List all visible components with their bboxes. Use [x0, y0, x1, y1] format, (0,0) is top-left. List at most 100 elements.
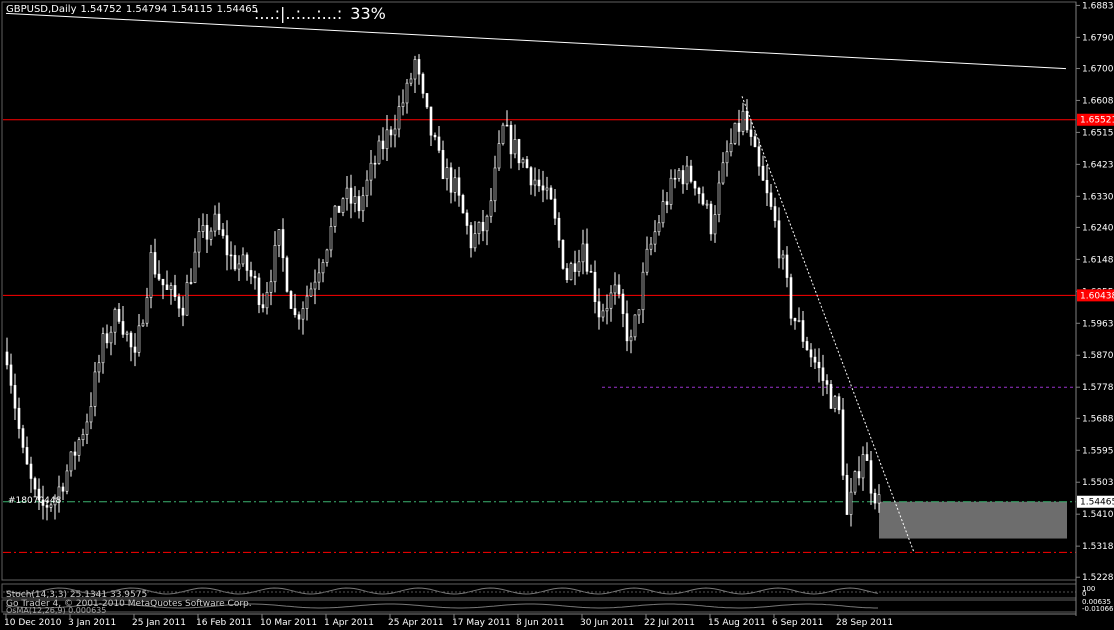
candle-body [69, 451, 73, 472]
candle-body [181, 307, 185, 316]
trendline-0 [5, 12, 1067, 70]
candle-body [105, 333, 109, 344]
progress-bar-text: :...:|..:...:...: [254, 4, 343, 23]
price-tick-label: 1.53180 [1082, 542, 1114, 552]
candle-body [437, 136, 441, 151]
price-zone [879, 501, 1067, 539]
candle-body [541, 185, 545, 191]
candle-body [813, 356, 817, 363]
candle-body [61, 486, 65, 492]
price-tick-label: 1.67005 [1082, 64, 1114, 74]
candle-body [833, 396, 837, 409]
candle-body [597, 301, 601, 318]
candles [5, 54, 881, 527]
candle-body [713, 214, 717, 235]
price-axis: 1.68830 1.67905 1.67005 1.66080 1.65155 1.642… [1075, 1, 1114, 616]
candle-body [129, 332, 133, 348]
candle-body [517, 139, 521, 164]
subwindow-tick-label: 0 [1082, 590, 1086, 598]
candle-body [629, 336, 633, 342]
candle-body [153, 252, 157, 275]
candle-body [625, 313, 629, 342]
candle-body [93, 371, 97, 407]
candle-body [25, 447, 29, 465]
candle-body [557, 217, 561, 241]
candle-body [665, 201, 669, 205]
candle-body [697, 187, 701, 194]
candle-body [869, 460, 873, 494]
candle-body [137, 325, 141, 353]
price-tag-label-r2: 1.60438 [1080, 291, 1114, 301]
candle-body [285, 257, 289, 292]
candle-body [785, 254, 789, 278]
candle-body [525, 159, 529, 168]
candle-body [417, 59, 421, 75]
candle-body [877, 494, 881, 504]
candle-body [793, 318, 797, 322]
candle-body [497, 143, 501, 169]
candle-body [89, 406, 93, 423]
candle-body [465, 212, 469, 226]
price-tick-label: 1.57780 [1082, 383, 1114, 393]
candle-body [825, 380, 829, 385]
candle-body [225, 235, 229, 256]
candle-body [857, 471, 861, 479]
candle-body [113, 309, 117, 333]
candle-body [309, 288, 313, 297]
candle-body [193, 251, 197, 283]
candle-body [185, 282, 189, 316]
bar-progress: :...:|..:...:...: 33% [254, 4, 386, 23]
candle-body [521, 159, 525, 164]
candle-body [421, 73, 425, 94]
candle-body [737, 122, 741, 132]
candle-body [589, 271, 593, 273]
candle-body [693, 181, 697, 189]
candle-body [377, 140, 381, 164]
candle-body [233, 254, 237, 270]
candle-body [281, 229, 285, 259]
candle-body [481, 221, 485, 232]
candle-body [841, 409, 845, 476]
candle-body [429, 106, 433, 136]
candle-body [341, 198, 345, 213]
candle-body [269, 281, 273, 293]
time-tick-label: 28 Sep 2011 [836, 618, 893, 628]
candle-body [729, 143, 733, 153]
candle-body [809, 349, 813, 358]
candle-body [165, 284, 169, 290]
price-chart[interactable]: 1.68830 1.67905 1.67005 1.66080 1.65155 1.642… [0, 0, 1114, 630]
candle-body [353, 196, 357, 204]
time-tick-label: 25 Apr 2011 [388, 618, 444, 628]
candle-body [81, 434, 85, 440]
candle-body [213, 213, 217, 232]
price-tick-label: 1.52280 [1082, 573, 1114, 583]
candle-body [237, 263, 241, 270]
candle-body [297, 314, 301, 320]
candle-body [125, 332, 129, 335]
candle-body [505, 124, 509, 127]
candle-body [293, 308, 297, 315]
candle-body [473, 233, 477, 249]
candle-body [189, 282, 193, 284]
candle-body [253, 275, 257, 279]
candle-body [305, 295, 309, 309]
price-tick-label: 1.64230 [1082, 160, 1114, 170]
candle-body [725, 151, 729, 164]
candle-body [585, 243, 589, 272]
candle-body [101, 333, 105, 364]
high-value: 1.54794 [125, 4, 168, 15]
candle-body [361, 195, 365, 212]
candle-body [301, 308, 305, 320]
time-tick-label: 25 Jan 2011 [132, 618, 186, 628]
candle-body [573, 263, 577, 272]
candle-body [177, 296, 181, 309]
candle-body [845, 474, 849, 515]
candle-body [457, 177, 461, 196]
price-tick-label: 1.55030 [1082, 478, 1114, 488]
candle-body [157, 273, 161, 280]
candle-body [321, 262, 325, 274]
candle-body [641, 271, 645, 311]
candle-body [545, 187, 549, 191]
candle-body [173, 285, 177, 298]
candle-body [261, 304, 265, 309]
